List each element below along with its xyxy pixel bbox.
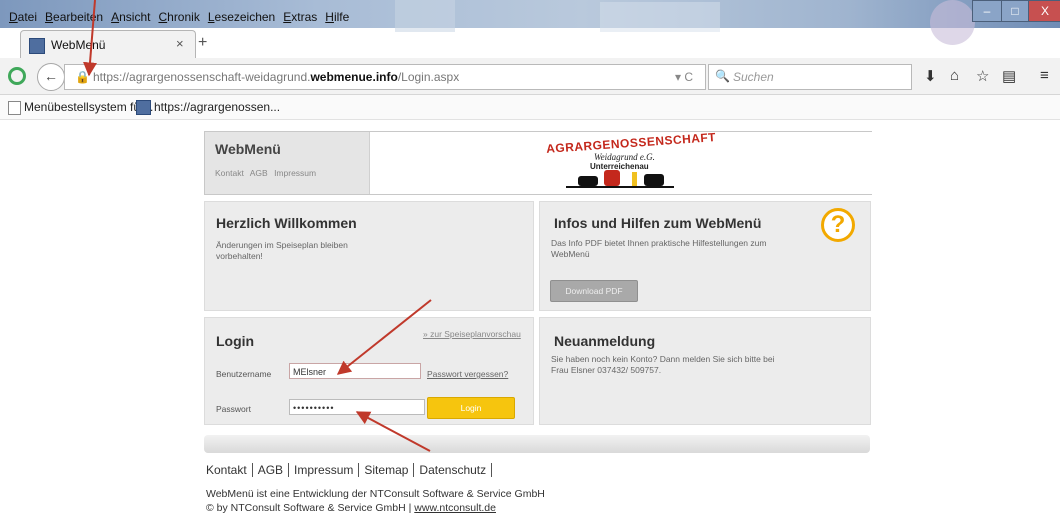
password-label: Passwort: [216, 404, 251, 414]
site-title: WebMenü: [215, 141, 281, 157]
new-tab-button[interactable]: +: [198, 34, 207, 52]
menu-item-datei[interactable]: Datei: [5, 10, 41, 24]
login-button[interactable]: Login: [427, 397, 515, 419]
maximize-button[interactable]: □: [1001, 0, 1029, 22]
download-pdf-button[interactable]: Download PDF: [550, 280, 638, 302]
menu-item-bearbeiten[interactable]: Bearbeiten: [41, 10, 107, 24]
help-icon[interactable]: ?: [821, 208, 855, 242]
star-icon[interactable]: ☆: [976, 67, 989, 85]
footer-copyright: © by NTConsult Software & Service GmbH |…: [206, 502, 496, 514]
menu-item-lesezeichen[interactable]: Lesezeichen: [204, 10, 279, 24]
registration-title: Neuanmeldung: [554, 333, 656, 349]
background-decoration: [600, 2, 720, 32]
footer-nav: Kontakt AGB Impressum Sitemap Datenschut…: [206, 463, 493, 477]
menu-item-chronik[interactable]: Chronik: [154, 10, 203, 24]
milk-bottle-icon: [632, 172, 637, 186]
search-icon: 🔍: [715, 69, 730, 83]
welcome-text: Änderungen im Speiseplan bleiben vorbeha…: [216, 240, 348, 261]
menu-icon[interactable]: ≡: [1040, 67, 1049, 84]
registration-text: Sie haben noch kein Konto? Dann melden S…: [551, 354, 775, 375]
password-input[interactable]: ••••••••••: [289, 399, 425, 415]
site-favicon-icon: [29, 38, 45, 54]
site-header: WebMenü Kontakt AGB Impressum AGRARGENOS…: [204, 130, 872, 195]
tractor-icon: [604, 170, 620, 186]
menu-bar: Datei Bearbeiten Ansicht Chronik Lesezei…: [5, 10, 353, 24]
footer-link-datenschutz[interactable]: Datenschutz: [414, 463, 493, 477]
login-panel: Login » zur Speiseplanvorschau Benutzern…: [204, 317, 534, 425]
cow-icon: [578, 176, 598, 186]
search-box[interactable]: 🔍 Suchen: [708, 64, 912, 90]
header-nav: Kontakt AGB Impressum: [215, 168, 320, 178]
background-decoration: [930, 0, 975, 45]
menu-item-hilfe[interactable]: Hilfe: [321, 10, 353, 24]
welcome-title: Herzlich Willkommen: [216, 215, 357, 231]
search-placeholder: Suchen: [733, 70, 774, 84]
forgot-password-link[interactable]: Passwort vergessen?: [427, 369, 508, 379]
footer-link-kontakt[interactable]: Kontakt: [206, 463, 253, 477]
nav-link-agb[interactable]: AGB: [250, 168, 268, 178]
bookmark-item[interactable]: https://agrargenossen...: [154, 100, 280, 114]
minimize-button[interactable]: –: [972, 0, 1002, 22]
nav-link-impressum[interactable]: Impressum: [274, 168, 316, 178]
footer-link-agb[interactable]: AGB: [253, 463, 290, 477]
tab-title: WebMenü: [51, 38, 106, 52]
close-window-button[interactable]: X: [1028, 0, 1060, 22]
logo: AGRARGENOSSENSCHAFT Weidagrund e.G. Unte…: [369, 130, 872, 194]
addon-icon[interactable]: [8, 67, 26, 85]
footer-developer-note: WebMenü ist eine Entwicklung der NTConsu…: [206, 488, 545, 500]
info-title: Infos und Hilfen zum WebMenü: [554, 215, 762, 231]
login-title: Login: [216, 333, 255, 349]
footer-bar: [204, 435, 870, 453]
username-input[interactable]: MElsner: [289, 363, 421, 379]
bookmarks-bar: Menübestellsystem für... https://agrarge…: [0, 95, 1060, 120]
bookmark-item[interactable]: Menübestellsystem für...: [24, 100, 153, 114]
back-button[interactable]: ←: [37, 63, 65, 91]
registration-panel: Neuanmeldung Sie haben noch kein Konto? …: [539, 317, 871, 425]
page-icon: [8, 101, 21, 115]
background-decoration: [395, 0, 455, 32]
info-text: Das Info PDF bietet Ihnen praktische Hil…: [551, 238, 767, 259]
logo-text: Weidagrund e.G.: [594, 152, 655, 162]
menu-item-ansicht[interactable]: Ansicht: [107, 10, 154, 24]
url-text: https://agrargenossenschaft-weidagrund.w…: [93, 70, 460, 84]
cow-icon: [644, 174, 664, 186]
footer-link-impressum[interactable]: Impressum: [289, 463, 360, 477]
reload-icon[interactable]: ▾ C: [675, 70, 693, 84]
menu-preview-link[interactable]: » zur Speiseplanvorschau: [423, 329, 521, 339]
site-favicon-icon: [136, 100, 151, 115]
browser-tab[interactable]: WebMenü ×: [20, 30, 196, 59]
close-tab-icon[interactable]: ×: [176, 36, 184, 51]
menu-item-extras[interactable]: Extras: [279, 10, 321, 24]
lock-icon[interactable]: 🔒: [75, 70, 90, 84]
welcome-panel: Herzlich Willkommen Änderungen im Speise…: [204, 201, 534, 311]
info-panel: Infos und Hilfen zum WebMenü Das Info PD…: [539, 201, 871, 311]
download-icon[interactable]: ⬇: [924, 67, 937, 85]
ntconsult-link[interactable]: www.ntconsult.de: [414, 502, 496, 514]
address-bar[interactable]: 🔒 https://agrargenossenschaft-weidagrund…: [64, 64, 706, 90]
navigation-toolbar: ← 🔒 https://agrargenossenschaft-weidagru…: [0, 58, 1060, 95]
home-icon[interactable]: ⌂: [950, 67, 959, 84]
logo-text: Unterreichenau: [590, 162, 649, 171]
username-label: Benutzername: [216, 369, 272, 379]
logo-ground-line: [566, 186, 674, 188]
reading-list-icon[interactable]: ▤: [1002, 67, 1016, 85]
nav-link-kontakt[interactable]: Kontakt: [215, 168, 244, 178]
footer-link-sitemap[interactable]: Sitemap: [359, 463, 415, 477]
